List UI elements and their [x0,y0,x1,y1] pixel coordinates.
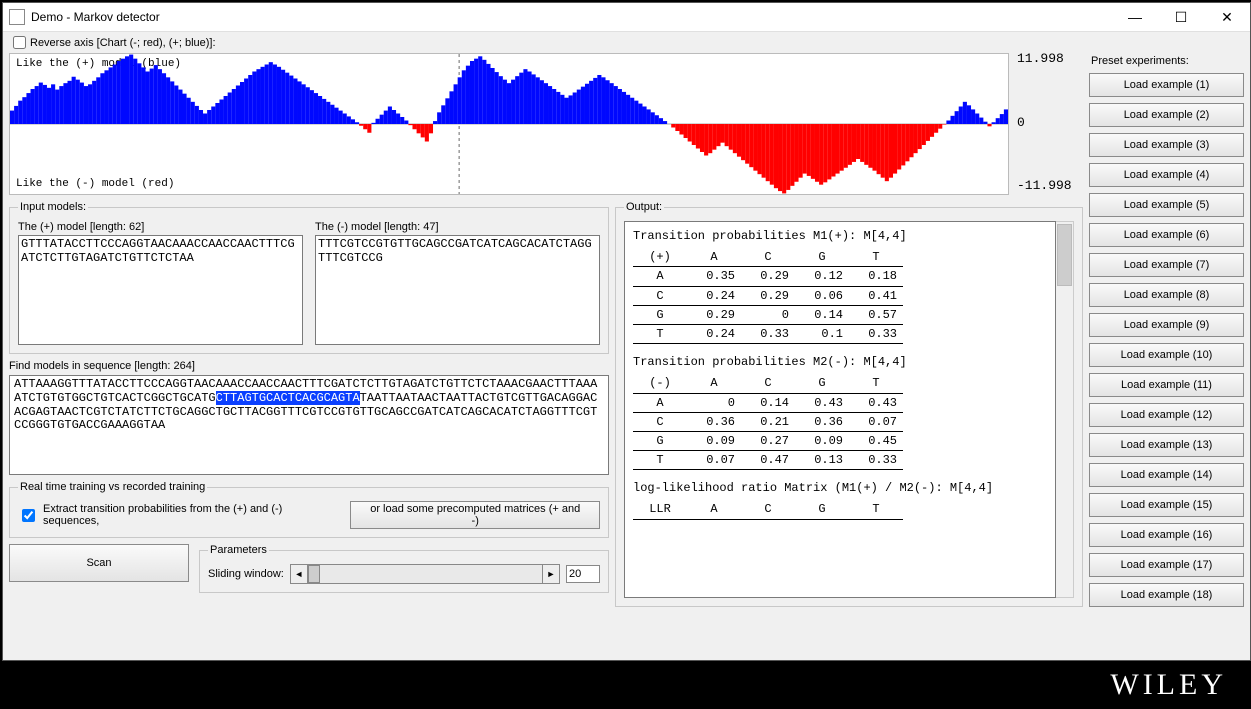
preset-button-6[interactable]: Load example (6) [1089,223,1244,247]
footer-bar: WILEY [0,661,1251,709]
minus-model-input[interactable] [315,235,600,345]
preset-button-1[interactable]: Load example (1) [1089,73,1244,97]
preset-button-8[interactable]: Load example (8) [1089,283,1244,307]
app-icon [9,9,25,25]
maximize-button[interactable]: ☐ [1158,3,1204,31]
preset-button-16[interactable]: Load example (16) [1089,523,1244,547]
training-legend: Real time training vs recorded training [18,481,207,493]
axis-max: 11.998 [1017,51,1064,66]
reverse-axis-option[interactable]: Reverse axis [Chart (-; red), (+; blue)]… [9,36,216,49]
preset-button-17[interactable]: Load example (17) [1089,553,1244,577]
preset-button-3[interactable]: Load example (3) [1089,133,1244,157]
sliding-window-value[interactable] [566,565,600,583]
preset-button-9[interactable]: Load example (9) [1089,313,1244,337]
parameters-legend: Parameters [208,544,269,556]
slider-right-icon[interactable]: ► [542,565,559,583]
reverse-axis-checkbox[interactable] [13,36,26,49]
preset-button-13[interactable]: Load example (13) [1089,433,1244,457]
application-window: Demo - Markov detector — ☐ ✕ Reverse axi… [2,2,1251,661]
preset-title: Preset experiments: [1091,55,1244,67]
llr-chart: Like the (+) model (blue) Like the (-) m… [9,53,1009,195]
window-title: Demo - Markov detector [31,10,1112,24]
parameters-group: Parameters Sliding window: ◄ ► [199,544,609,593]
chart-y-axis: 11.998 0 -11.998 [1013,53,1083,195]
reverse-axis-label: Reverse axis [Chart (-; red), (+; blue)]… [30,37,216,49]
titlebar[interactable]: Demo - Markov detector — ☐ ✕ [3,3,1250,32]
minus-model-label: The (-) model [length: 47] [315,221,600,233]
slider-left-icon[interactable]: ◄ [291,565,308,583]
input-models-group: Input models: The (+) model [length: 62]… [9,201,609,354]
load-matrices-button[interactable]: or load some precomputed matrices (+ and… [350,501,600,529]
axis-min: -11.998 [1017,178,1072,193]
plus-model-input[interactable] [18,235,303,345]
extract-option[interactable]: Extract transition probabilities from th… [18,503,340,527]
extract-checkbox[interactable] [22,509,35,522]
find-seq-label: Find models in sequence [length: 264] [9,360,609,372]
close-button[interactable]: ✕ [1204,3,1250,31]
training-group: Real time training vs recorded training … [9,481,609,538]
sliding-window-slider[interactable]: ◄ ► [290,564,560,584]
output-scrollbar[interactable] [1056,221,1074,598]
preset-button-7[interactable]: Load example (7) [1089,253,1244,277]
preset-button-2[interactable]: Load example (2) [1089,103,1244,127]
scan-button[interactable]: Scan [9,544,189,582]
preset-button-4[interactable]: Load example (4) [1089,163,1244,187]
sliding-window-label: Sliding window: [208,568,284,580]
preset-panel: Preset experiments: Load example (1) Load… [1089,53,1244,607]
output-legend: Output: [624,201,664,213]
preset-button-18[interactable]: Load example (18) [1089,583,1244,607]
brand-logo: WILEY [1110,668,1227,702]
output-group: Output: Transition probabilities M1(+): … [615,201,1083,607]
preset-button-5[interactable]: Load example (5) [1089,193,1244,217]
preset-button-14[interactable]: Load example (14) [1089,463,1244,487]
slider-thumb[interactable] [308,565,320,583]
preset-button-10[interactable]: Load example (10) [1089,343,1244,367]
axis-zero: 0 [1017,115,1025,130]
minimize-button[interactable]: — [1112,3,1158,31]
scrollbar-thumb[interactable] [1057,224,1072,286]
preset-button-12[interactable]: Load example (12) [1089,403,1244,427]
output-textarea[interactable]: Transition probabilities M1(+): M[4,4] (… [624,221,1056,598]
preset-button-15[interactable]: Load example (15) [1089,493,1244,517]
input-models-legend: Input models: [18,201,88,213]
preset-button-11[interactable]: Load example (11) [1089,373,1244,397]
extract-label: Extract transition probabilities from th… [43,503,340,527]
plus-model-label: The (+) model [length: 62] [18,221,303,233]
find-seq-input[interactable]: ATTAAAGGTTTATACCTTCCCAGGTAACAAACCAACCAAC… [9,375,609,475]
